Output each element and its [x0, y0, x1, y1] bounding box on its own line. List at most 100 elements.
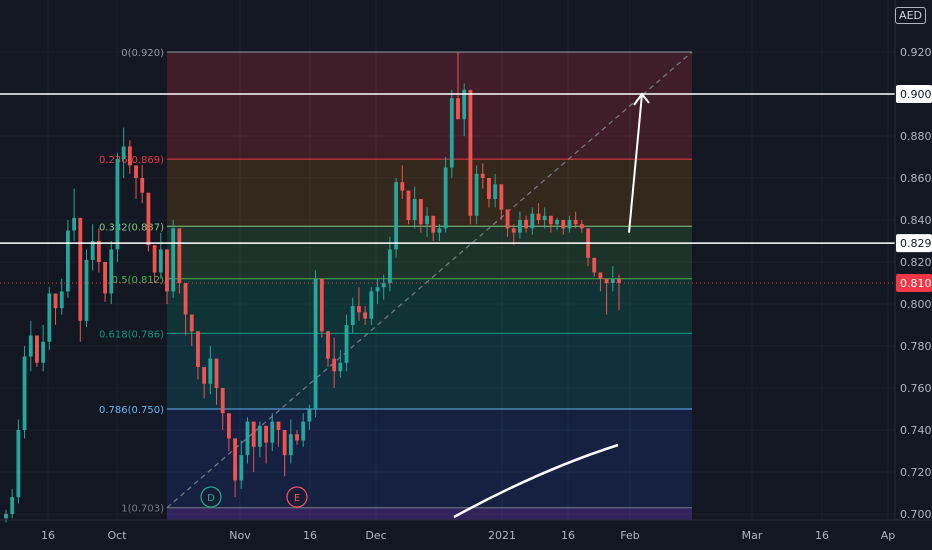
candle-body [610, 278, 615, 283]
fib-level-label: 0.5(0.812) [112, 275, 164, 286]
candle-body [239, 455, 244, 481]
candle-body [183, 283, 188, 315]
candle-body [561, 220, 566, 229]
candle-body [276, 421, 281, 430]
candle-body [134, 165, 138, 178]
candle [22, 346, 27, 439]
event-marker: E [286, 486, 308, 508]
fib-band [167, 52, 692, 160]
fib-level-label: 0(0.920) [121, 48, 164, 59]
candle-body [41, 341, 46, 363]
price-axis-label: 0.780 [900, 340, 932, 353]
candle-body [548, 215, 553, 225]
candle-body [449, 98, 454, 168]
candle-body [437, 228, 442, 233]
candle-body [598, 272, 603, 279]
candle-body [28, 335, 33, 357]
candle-body [524, 220, 529, 229]
candle-body [418, 199, 423, 225]
candle-body [344, 325, 349, 363]
candle-body [295, 434, 299, 441]
candle-body [84, 259, 89, 321]
candle-body [270, 421, 275, 443]
candle-body [196, 331, 200, 367]
candle [35, 335, 39, 367]
fib-level-label: 0.618(0.786) [99, 329, 164, 340]
price-axis-label: 0.840 [900, 214, 932, 227]
candle-body [400, 182, 405, 191]
price-axis-label: 0.860 [900, 172, 932, 185]
candle-body [350, 306, 355, 325]
candle-body [375, 287, 380, 292]
candle-body [307, 409, 312, 422]
candle-body [177, 228, 182, 283]
candle-body [604, 278, 609, 283]
candle-body [406, 190, 411, 220]
candle [468, 89, 473, 225]
candle [319, 278, 324, 338]
candle-body [282, 430, 287, 456]
candle-body [499, 184, 504, 210]
candle-body [511, 228, 516, 233]
time-axis-label: Oct [107, 529, 127, 542]
candle-body [152, 245, 157, 273]
candle-body [103, 262, 107, 294]
candle-body [220, 388, 225, 414]
time-axis-label: 16 [561, 529, 575, 542]
candle [313, 270, 318, 418]
candle-body [78, 217, 83, 321]
candle-body [474, 173, 479, 216]
candle-body [363, 312, 368, 319]
candle-body [251, 421, 256, 447]
candle-body [65, 230, 70, 292]
time-axis-label: 16 [303, 529, 317, 542]
candle-body [245, 421, 250, 456]
candle-body [542, 215, 547, 220]
price-badge: 0.810 [896, 274, 932, 292]
candle-body [115, 159, 120, 250]
time-axis-label: Nov [229, 529, 251, 542]
price-badge-label: 0.900 [900, 88, 932, 101]
candle-body [22, 356, 27, 430]
candle-body [387, 249, 392, 283]
price-badge-label: 0.810 [900, 277, 932, 290]
candle-body [319, 278, 324, 332]
time-axis-label: 16 [41, 529, 55, 542]
price-axis-label: 0.720 [900, 466, 932, 479]
fib-level-label: 1(0.703) [121, 504, 164, 515]
price-axis-label: 0.820 [900, 256, 932, 269]
currency-label[interactable]: AED [895, 7, 926, 24]
time-axis-label: Mar [742, 529, 763, 542]
price-chart[interactable]: 0(0.920)0.236(0.869)0.382(0.837)0.5(0.81… [0, 0, 932, 550]
candle [65, 220, 70, 298]
candle-body [493, 184, 498, 199]
candle-body [208, 358, 213, 384]
candle-body [171, 228, 176, 292]
candle [171, 220, 176, 298]
candle-body [530, 213, 535, 229]
fib-extension-band [167, 507, 692, 520]
candle-body [425, 215, 429, 225]
candle-body [381, 283, 386, 288]
price-badge: 0.900 [896, 85, 932, 103]
candle-body [536, 213, 541, 220]
candle-body [16, 430, 21, 498]
candle-body [165, 249, 169, 292]
price-axis-label: 0.760 [900, 382, 932, 395]
candle [449, 89, 454, 178]
candle-body [47, 293, 52, 342]
candle-body [394, 182, 399, 250]
candle-body [127, 146, 132, 166]
candle [406, 190, 411, 225]
candle-body [214, 358, 219, 388]
candle-body [332, 358, 337, 372]
candle-body [96, 241, 101, 262]
candle-body [338, 362, 343, 372]
candle-body [121, 146, 126, 160]
candle-body [456, 98, 460, 120]
price-axis-label: 0.740 [900, 424, 932, 437]
candle-body [264, 425, 268, 443]
time-axis-label: 16 [815, 529, 829, 542]
fib-band [167, 159, 692, 227]
candle-body [72, 217, 77, 231]
